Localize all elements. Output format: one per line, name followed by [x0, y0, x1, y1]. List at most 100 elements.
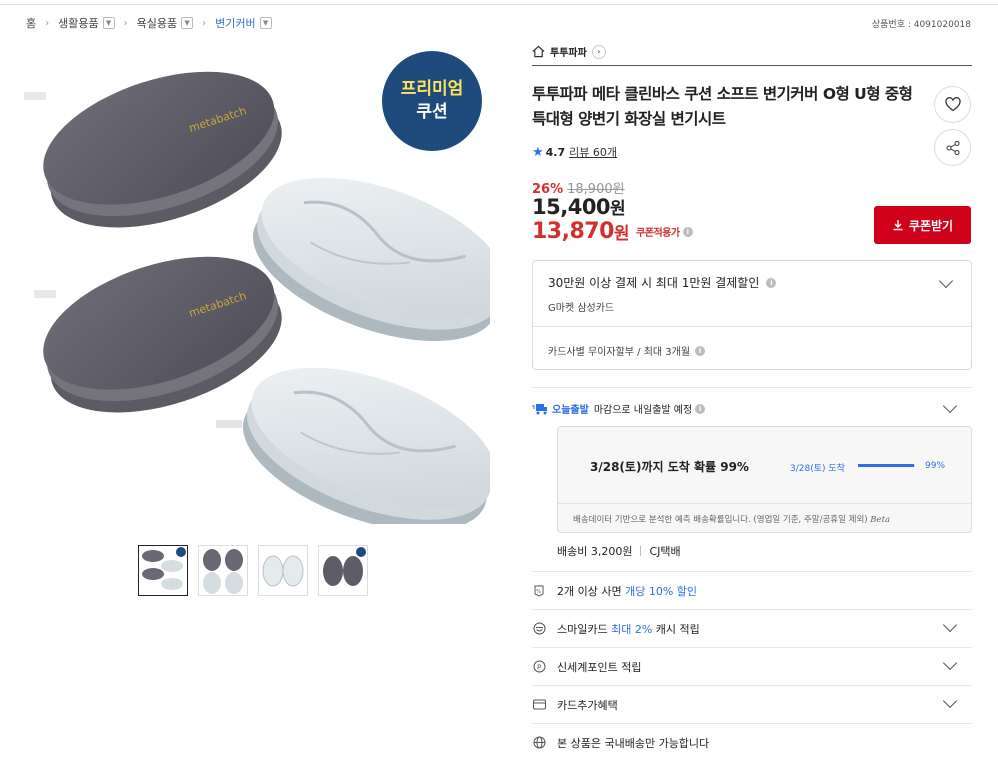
prediction-date: 3/28(토) 도착 — [790, 464, 845, 474]
info-icon[interactable]: i — [695, 403, 706, 414]
breadcrumb: 홈 › 생활용품 ▼ › 욕실용품 ▼ › 변기커버 ▼ — [26, 14, 272, 32]
shipping-fee-row: 배송비 3,200원 CJ택배 — [557, 543, 681, 559]
chevron-down-icon[interactable]: ▼ — [181, 17, 194, 29]
sale-price-value: 15,400 — [532, 195, 611, 219]
info-icon[interactable]: i — [695, 345, 706, 356]
premium-cushion-badge: 프리미엄 쿠션 — [382, 51, 482, 151]
svg-text:P: P — [537, 663, 541, 671]
multi-buy-prefix: 2개 이상 사면 — [557, 584, 622, 598]
coupon-button-label: 쿠폰받기 — [908, 218, 954, 233]
share-icon — [946, 140, 959, 155]
info-icon[interactable]: i — [682, 226, 693, 237]
credit-card-icon — [532, 698, 546, 712]
shipping-row: 오늘출발 마감으로 내일출발 예정 i — [532, 401, 706, 416]
breadcrumb-home[interactable]: 홈 — [26, 15, 36, 31]
carrier: CJ택배 — [649, 545, 681, 558]
beta-label: Beta — [870, 515, 891, 525]
card-extra-benefit-row[interactable]: 카드추가혜택 — [532, 686, 972, 723]
installment-text: 카드사별 무이자할부 / 최대 3개월 — [548, 347, 691, 358]
chevron-down-icon[interactable]: ▼ — [102, 17, 115, 29]
breadcrumb-cat3[interactable]: 변기커버 — [215, 15, 255, 31]
top-divider — [0, 4, 998, 5]
smile-suffix: 캐시 적립 — [655, 622, 700, 636]
product-info-panel: 투투파파 › 투투파파 메타 클린바스 쿠션 소프트 변기커버 O형 U형 중형… — [532, 38, 972, 750]
chevron-right-icon: › — [123, 17, 128, 29]
badge-line2: 쿠션 — [416, 102, 448, 122]
product-title: 투투파파 메타 클린바스 쿠션 소프트 변기커버 O형 U형 중형 특대형 양변… — [532, 85, 913, 128]
coupon-price-label: 쿠폰적용가 — [636, 228, 680, 239]
thumbnail-1[interactable] — [138, 545, 188, 596]
divider — [640, 546, 642, 556]
discount-tag-icon: % — [532, 584, 546, 598]
prediction-note: 배송데이터 기반으로 분석한 예측 배송확률입니다. (영업일 기준, 주말/공… — [573, 513, 890, 525]
point-icon: P — [532, 660, 546, 674]
rating: ★ 4.7 리뷰 60개 — [532, 144, 617, 160]
smile-prefix: 스마일카드 — [557, 622, 608, 636]
ship-text: 마감으로 내일출발 예정 — [593, 405, 693, 416]
thumbnail-3[interactable] — [258, 545, 308, 596]
info-icon[interactable]: i — [766, 277, 777, 288]
breadcrumb-cat1[interactable]: 생활용품 — [58, 15, 98, 31]
chevron-down-icon[interactable] — [942, 693, 958, 709]
svg-text:%: % — [536, 589, 541, 595]
prediction-percent: 99% — [925, 461, 946, 471]
sale-price-unit: 원 — [610, 199, 626, 219]
thumbnail-2[interactable] — [198, 545, 248, 596]
divider — [558, 503, 971, 504]
chevron-down-icon[interactable] — [938, 273, 954, 289]
main-product-image[interactable]: metabatch metabatch 프리미엄 쿠션 — [20, 42, 490, 524]
multi-buy-highlight: 개당 10% 할인 — [625, 584, 698, 598]
coupon-download-button[interactable]: 쿠폰받기 — [874, 206, 971, 244]
shop-link[interactable]: 투투파파 › — [532, 38, 972, 66]
truck-icon — [532, 403, 547, 414]
divider — [532, 387, 972, 388]
smile-card-row[interactable]: 스마일카드 최대 2% 캐시 적립 — [532, 610, 972, 647]
heart-icon — [944, 97, 961, 112]
chevron-right-icon: › — [591, 44, 606, 59]
product-number: 상품번호 : 4091020018 — [871, 20, 971, 30]
chevron-down-icon[interactable] — [942, 617, 958, 633]
home-icon — [532, 45, 545, 58]
domestic-text: 본 상품은 국내배송만 가능합니다 — [557, 736, 710, 750]
card-benefit-box[interactable]: 30만원 이상 결제 시 최대 1만원 결제할인 i G마켓 삼성카드 카드사별… — [532, 260, 972, 370]
installment-row: 카드사별 무이자할부 / 최대 3개월 i — [548, 343, 706, 358]
coupon-price-unit: 원 — [613, 224, 630, 244]
card-extra-text: 카드추가혜택 — [557, 698, 618, 712]
coupon-price-value: 13,870 — [532, 219, 614, 244]
domestic-shipping-row: 본 상품은 국내배송만 가능합니다 — [532, 724, 972, 761]
badge-line1: 프리미엄 — [400, 79, 464, 99]
chevron-down-icon[interactable] — [942, 655, 958, 671]
shinsegae-text: 신세계포인트 적립 — [557, 660, 642, 674]
wishlist-button[interactable] — [934, 86, 971, 123]
share-button[interactable] — [934, 129, 971, 166]
today-ship-label: 오늘출발 — [552, 405, 589, 416]
smile-highlight: 최대 2% — [611, 622, 653, 636]
chevron-right-icon: › — [202, 17, 207, 29]
prediction-note-text: 배송데이터 기반으로 분석한 예측 배송확률입니다. (영업일 기준, 주말/공… — [573, 515, 868, 525]
chevron-down-icon[interactable]: ▼ — [259, 17, 272, 29]
star-icon: ★ — [532, 144, 544, 160]
card-benefit-title: 30만원 이상 결제 시 최대 1만원 결제할인 — [548, 276, 760, 290]
shinsegae-point-row: P 신세계포인트 적립 — [532, 648, 972, 685]
breadcrumb-cat2[interactable]: 욕실용품 — [137, 15, 177, 31]
review-link[interactable]: 리뷰 60개 — [569, 144, 617, 160]
card-benefit-title-row: 30만원 이상 결제 시 최대 1만원 결제할인 i — [548, 274, 777, 291]
prediction-bar-fill — [858, 464, 915, 467]
thumbnail-list — [138, 545, 368, 596]
smile-card-icon — [532, 622, 546, 636]
chevron-down-icon[interactable] — [942, 398, 958, 414]
delivery-prediction-box: 3/28(토)까지 도착 확률 99% 3/28(토) 도착 99% 배송데이터… — [557, 426, 972, 533]
download-icon — [893, 220, 903, 231]
prediction-bar — [858, 464, 915, 467]
thumbnail-4[interactable] — [318, 545, 368, 596]
multi-buy-discount-row: % 2개 이상 사면 개당 10% 할인 — [532, 572, 972, 609]
shop-name: 투투파파 — [550, 48, 587, 59]
prediction-headline: 3/28(토)까지 도착 확률 99% — [590, 460, 749, 474]
shipping-fee: 배송비 3,200원 — [557, 545, 633, 558]
chevron-right-icon: › — [45, 17, 50, 29]
globe-icon — [532, 736, 546, 750]
divider — [533, 326, 971, 327]
coupon-price: 13,870 원 쿠폰적용가 i — [532, 219, 693, 244]
card-name: G마켓 삼성카드 — [548, 303, 615, 314]
rating-score: 4.7 — [545, 145, 566, 159]
